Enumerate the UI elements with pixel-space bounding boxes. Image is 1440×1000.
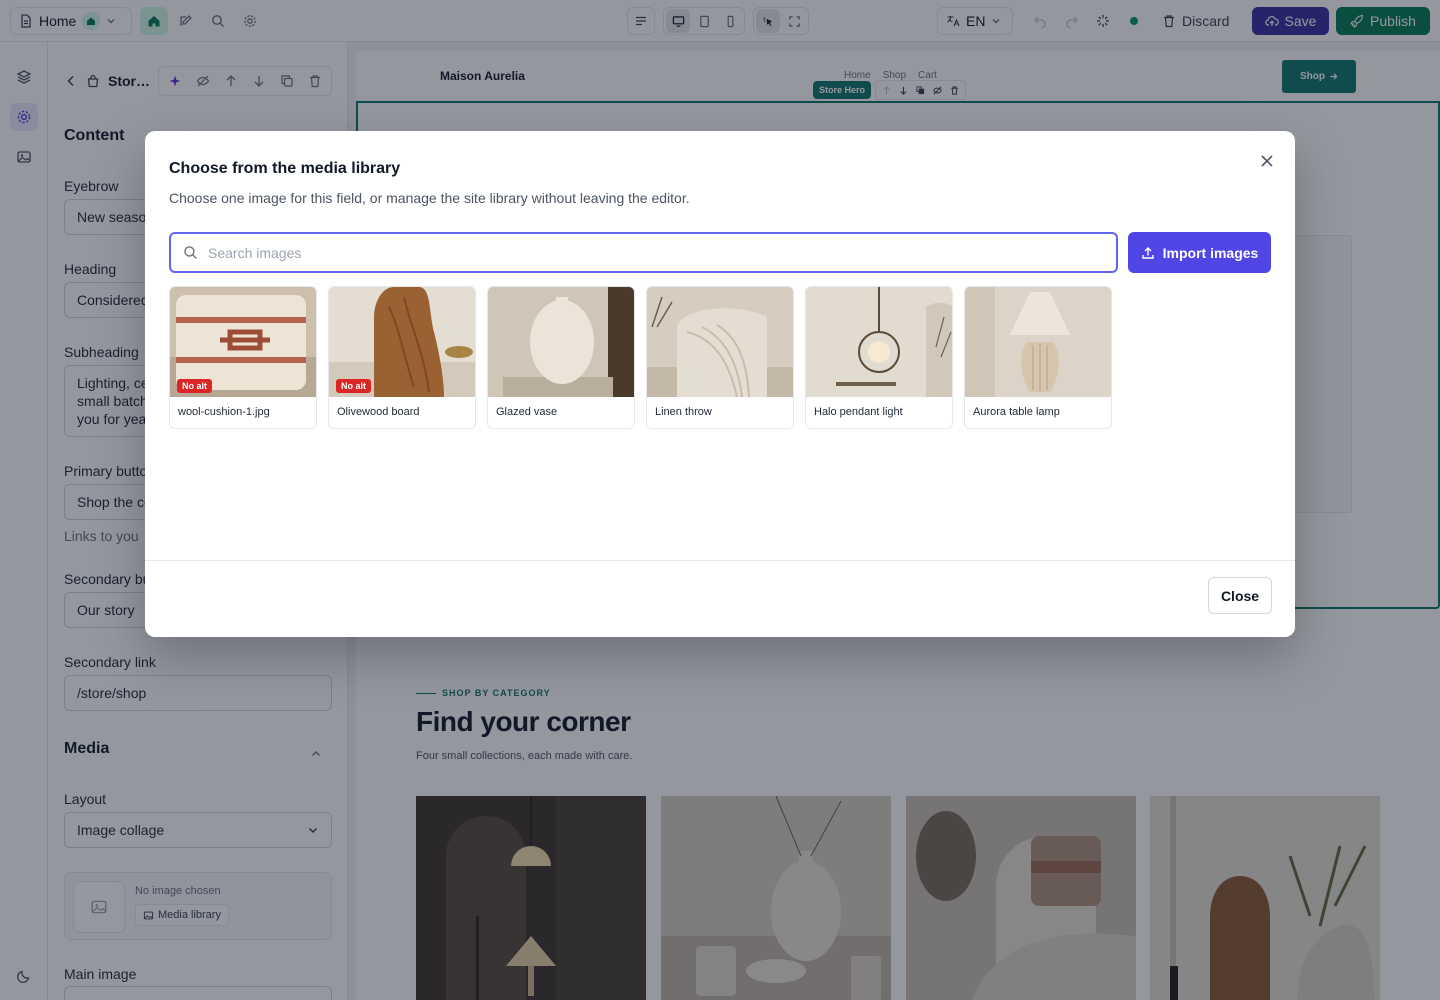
import-images-label: Import images [1162, 244, 1259, 261]
search-icon [183, 245, 198, 260]
image-name: wool-cushion-1.jpg [178, 406, 270, 418]
no-alt-badge: No alt [177, 379, 213, 393]
search-input[interactable] [208, 244, 1104, 261]
import-images-button[interactable]: Import images [1128, 232, 1271, 273]
no-alt-badge: No alt [336, 379, 372, 393]
close-button[interactable]: Close [1208, 577, 1272, 614]
image-card[interactable]: Aurora table lamp [964, 286, 1112, 429]
media-library-modal: Choose from the media library Choose one… [145, 131, 1295, 637]
image-thumbnail [965, 287, 1111, 397]
modal-title: Choose from the media library [169, 160, 401, 177]
image-name: Aurora table lamp [973, 406, 1060, 418]
image-grid: No alt wool-cushion-1.jpg No alt Olivewo… [169, 286, 1112, 429]
modal-footer: Close [145, 560, 1295, 637]
image-thumbnail: No alt [329, 287, 475, 397]
image-name: Glazed vase [496, 406, 558, 418]
modal-description: Choose one image for this field, or mana… [169, 190, 690, 206]
image-card[interactable]: No alt wool-cushion-1.jpg [169, 286, 317, 429]
image-name: Halo pendant light [814, 406, 903, 418]
image-name: Olivewood board [337, 406, 420, 418]
image-card[interactable]: Halo pendant light [805, 286, 953, 429]
image-card[interactable]: Linen throw [646, 286, 794, 429]
image-thumbnail [488, 287, 634, 397]
image-card[interactable]: No alt Olivewood board [328, 286, 476, 429]
image-search [169, 232, 1118, 273]
image-name: Linen throw [655, 406, 712, 418]
image-thumbnail: No alt [170, 287, 316, 397]
upload-icon [1141, 246, 1155, 260]
image-thumbnail [806, 287, 952, 397]
image-thumbnail [647, 287, 793, 397]
image-card[interactable]: Glazed vase [487, 286, 635, 429]
close-icon[interactable] [1253, 147, 1281, 175]
